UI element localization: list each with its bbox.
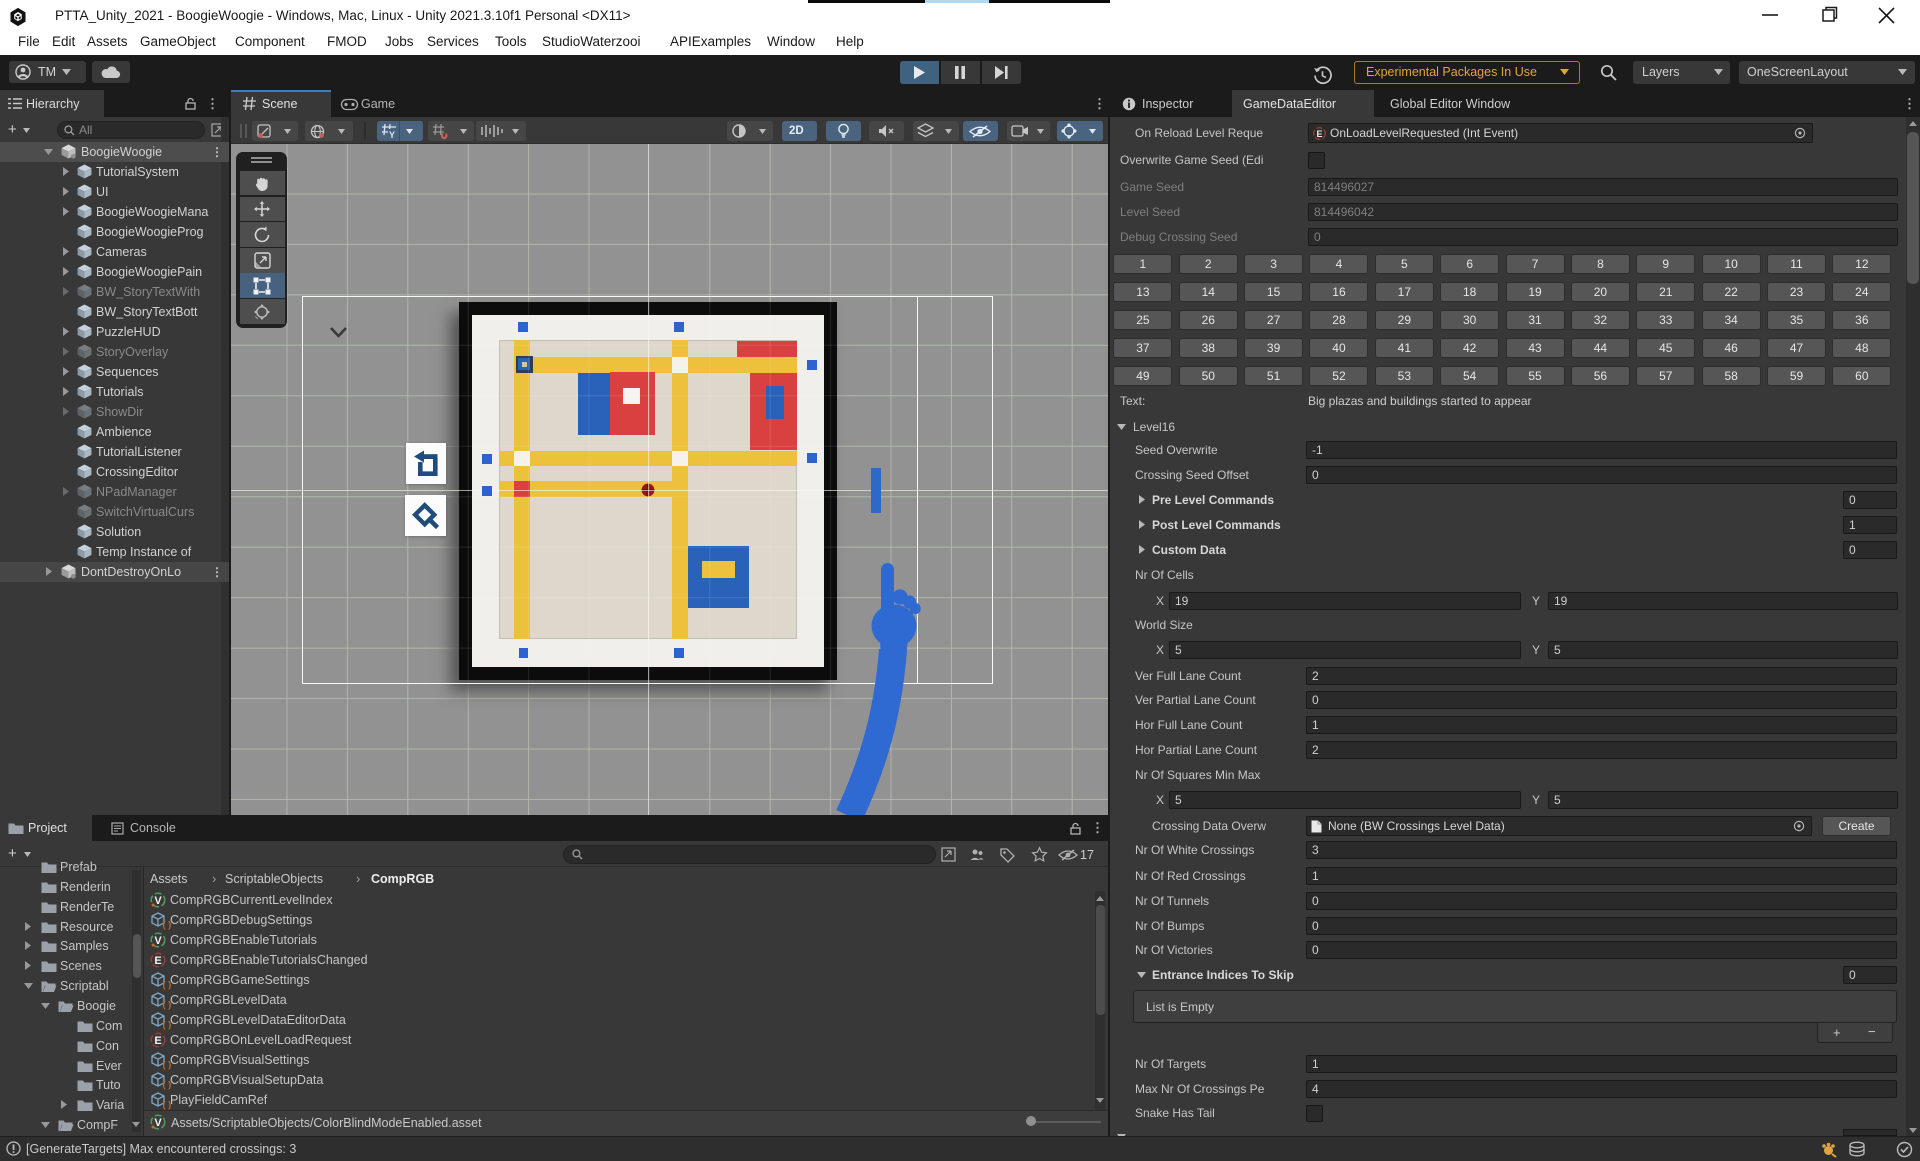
svg-text:E: E xyxy=(154,1035,161,1047)
svg-text:V: V xyxy=(154,1117,162,1129)
svg-text:E: E xyxy=(1316,129,1322,139)
svg-text:Y: Y xyxy=(389,130,395,140)
svg-text:E: E xyxy=(154,955,161,967)
svg-text:V: V xyxy=(154,935,162,947)
svg-text:V: V xyxy=(154,895,162,907)
